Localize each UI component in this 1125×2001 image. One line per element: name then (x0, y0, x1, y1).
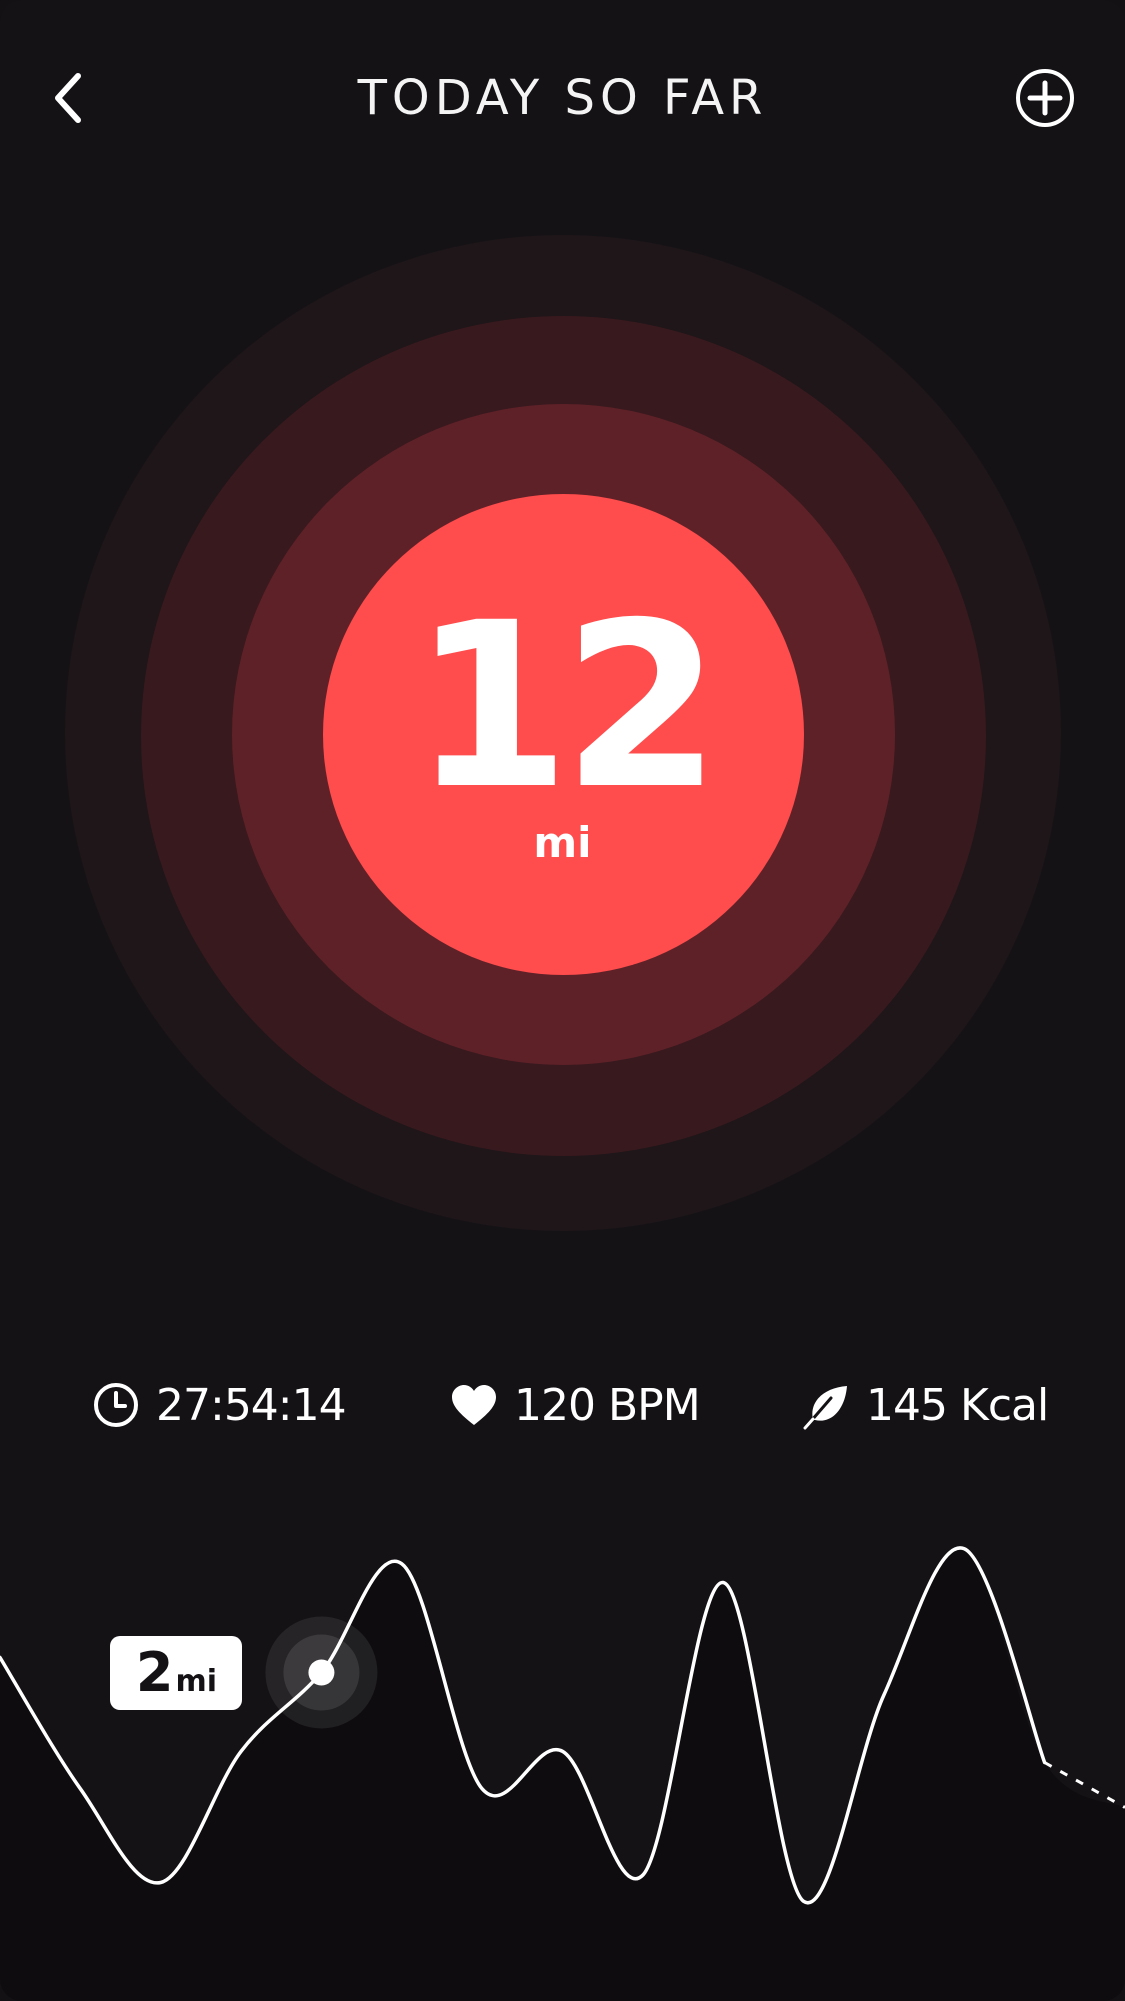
chart-highlight[interactable] (265, 1616, 378, 1729)
distance-value: 12 (411, 573, 721, 839)
stat-time: 27:54:14 (90, 1370, 347, 1440)
stat-heart-rate: 120 BPM (448, 1370, 701, 1440)
stat-time-value: 27:54:14 (156, 1379, 347, 1431)
highlight-point[interactable] (308, 1659, 335, 1686)
stat-heart-rate-value: 120 BPM (514, 1379, 701, 1431)
chart-area (0, 1547, 1125, 2001)
leaf-icon (800, 1379, 852, 1431)
tooltip-value: 2 (135, 1640, 174, 1704)
stat-calories-value: 145 Kcal (866, 1379, 1049, 1431)
stat-calories: 145 Kcal (800, 1370, 1049, 1440)
chart-tooltip: 2 mi (110, 1635, 243, 1710)
stats-row: 27:54:14 120 BPM 145 Kcal (0, 1370, 1125, 1440)
heart-icon (448, 1379, 500, 1431)
distance-unit: mi (533, 818, 592, 867)
distance-rings: 12 mi (0, 0, 1125, 1300)
distance-chart[interactable] (0, 1500, 1125, 2001)
app-screen: TODAY SO FAR 12 mi 27:54:14 120 BPM 145 … (0, 0, 1125, 2001)
clock-icon (90, 1379, 142, 1431)
tooltip-unit: mi (175, 1663, 217, 1699)
